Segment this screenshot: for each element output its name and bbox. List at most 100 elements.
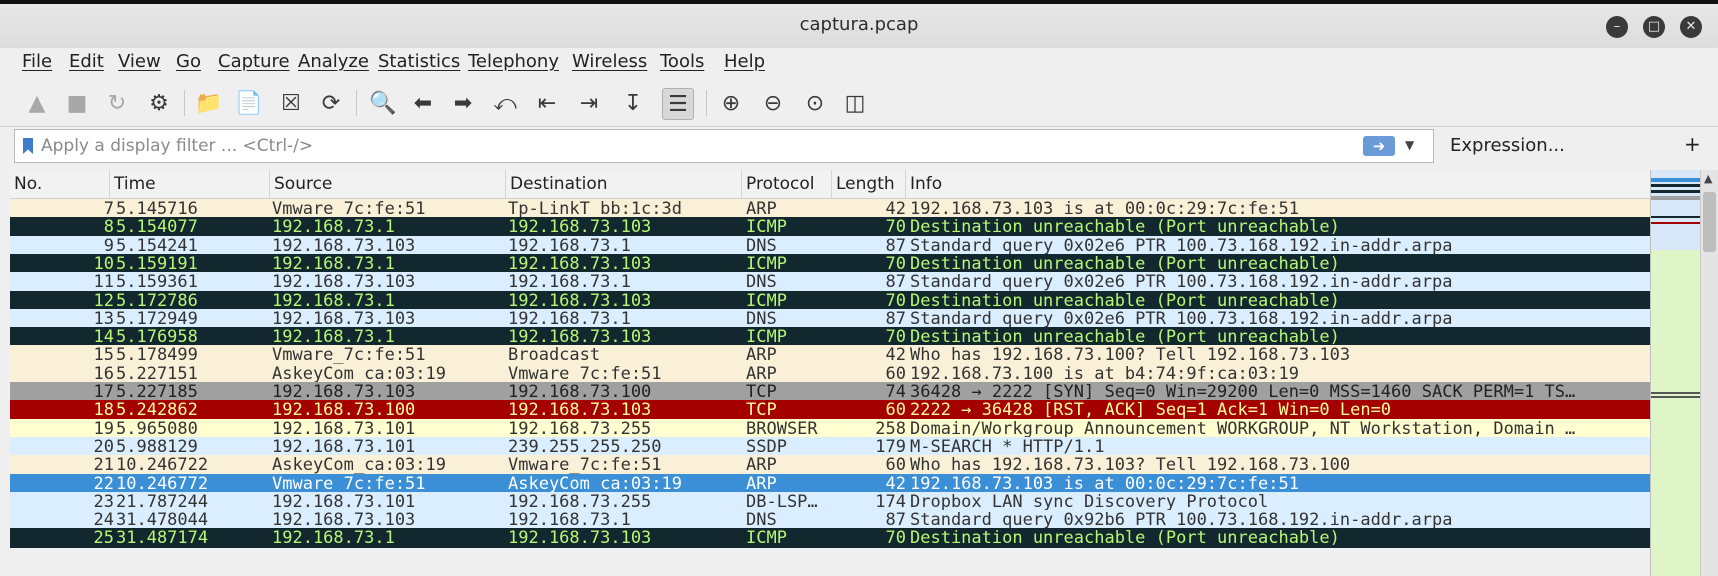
packet-time: 31.478044 (116, 510, 209, 531)
table-row[interactable]: 8 5.154077 192.168.73.1 192.168.73.103 ICMP 7… (10, 217, 1650, 238)
close-icon[interactable]: ✕ (1680, 16, 1702, 38)
go-to-packet-icon[interactable]: ⤺ (490, 88, 520, 118)
go-forward-icon[interactable]: ➡ (448, 88, 478, 118)
table-row[interactable]: 20 5.988129 192.168.73.101 239.255.255.250 S… (10, 436, 1650, 457)
packet-length: 70 (885, 327, 906, 348)
stop-capture-icon[interactable]: ■ (62, 88, 92, 118)
save-file-icon[interactable]: 📄 (234, 88, 264, 118)
resize-columns-icon[interactable]: ◫ (840, 88, 870, 118)
capture-options-icon[interactable]: ⚙ (144, 88, 174, 118)
menu-help[interactable]: Help (724, 51, 765, 72)
packet-source: 192.168.73.101 (272, 418, 416, 439)
packet-minimap[interactable] (1650, 170, 1701, 576)
auto-scroll-icon[interactable]: ↧ (618, 88, 648, 118)
packet-info: Standard query 0x02e6 PTR 100.73.168.192… (910, 235, 1453, 256)
packet-length: 70 (885, 528, 906, 549)
table-row[interactable]: 23 21.787244 192.168.73.101 192.168.73.255 D… (10, 491, 1650, 512)
table-row[interactable]: 7 5.145716 Vmware_7c:fe:51 Tp-LinkT_bb:1c:3… (10, 199, 1650, 219)
packet-info: Destination unreachable (Port unreachabl… (910, 290, 1340, 311)
column-protocol[interactable]: Protocol (742, 170, 832, 198)
packet-protocol: ARP (746, 473, 777, 494)
menu-analyze[interactable]: Analyze (298, 51, 369, 72)
menu-telephony[interactable]: Telephony (468, 51, 559, 72)
packet-destination: 192.168.73.1 (508, 235, 631, 256)
main-toolbar: ▲ ■ ↻ ⚙ 📁 📄 ☒ ⟳ 🔍 ⬅ ➡ ⤺ ⇤ ⇥ ↧ ☰ ⊕ ⊖ ⊙ ◫ (0, 80, 1718, 127)
chevron-down-icon[interactable]: ▼ (1405, 138, 1414, 152)
table-row[interactable]: 13 5.172949 192.168.73.103 192.168.73.1 DNS 8… (10, 308, 1650, 329)
packet-info: 2222 → 36428 [RST, ACK] Seq=1 Ack=1 Win=… (910, 400, 1392, 421)
menu-wireless[interactable]: Wireless (572, 51, 647, 72)
find-packet-icon[interactable]: 🔍 (368, 88, 398, 118)
packet-time: 5.176958 (116, 327, 198, 348)
menu-go[interactable]: Go (176, 51, 201, 72)
open-file-icon[interactable]: 📁 (194, 88, 224, 118)
packet-number: 24 (93, 510, 114, 531)
table-row[interactable]: 21 10.246722 AskeyCom_ca:03:19 Vmware_7c:fe… (10, 455, 1650, 476)
bookmark-icon[interactable] (23, 138, 33, 154)
packet-length: 87 (885, 510, 906, 531)
scroll-up-icon[interactable]: ▲ (1704, 172, 1712, 185)
packet-number: 25 (93, 528, 114, 549)
table-row-selected[interactable]: 22 10.246772 Vmware_7c:fe:51 AskeyCom_ca:03… (10, 473, 1650, 494)
column-time[interactable]: Time (110, 170, 270, 198)
menu-tools[interactable]: Tools (660, 51, 704, 72)
packet-length: 74 (885, 382, 906, 402)
table-row[interactable]: 16 5.227151 AskeyCom_ca:03:19 Vmware_7c:fe:… (10, 363, 1650, 384)
column-source[interactable]: Source (270, 170, 506, 198)
zoom-in-icon[interactable]: ⊕ (716, 88, 746, 118)
menu-statistics[interactable]: Statistics (378, 51, 460, 72)
last-packet-icon[interactable]: ⇥ (574, 88, 604, 118)
packet-source: 192.168.73.1 (272, 290, 395, 311)
packet-destination: Broadcast (508, 345, 601, 366)
column-length[interactable]: Length (832, 170, 906, 198)
title-bar[interactable]: captura.pcap – □ ✕ (0, 0, 1718, 48)
scroll-thumb[interactable] (1703, 192, 1716, 252)
zoom-out-icon[interactable]: ⊖ (758, 88, 788, 118)
packet-time: 5.178499 (116, 345, 198, 366)
table-row[interactable]: 15 5.178499 Vmware_7c:fe:51 Broadcast ARP 42 W… (10, 345, 1650, 366)
column-destination[interactable]: Destination (506, 170, 742, 198)
table-row[interactable]: 12 5.172786 192.168.73.1 192.168.73.103 ICMP… (10, 290, 1650, 311)
column-info[interactable]: Info (906, 170, 1650, 198)
vertical-scrollbar[interactable]: ▲ (1700, 170, 1718, 576)
packet-destination: Vmware_7c:fe:51 (508, 363, 662, 384)
restart-capture-icon[interactable]: ↻ (102, 88, 132, 118)
packet-number: 9 (103, 235, 114, 256)
table-row[interactable]: 14 5.176958 192.168.73.1 192.168.73.103 ICMP… (10, 327, 1650, 348)
packet-length: 174 (875, 491, 906, 512)
table-row[interactable]: 17 5.227185 192.168.73.103 192.168.73.100 TC… (10, 382, 1650, 402)
reload-file-icon[interactable]: ⟳ (316, 88, 346, 118)
table-row[interactable]: 25 31.487174 192.168.73.1 192.168.73.103 ICM… (10, 528, 1650, 549)
column-no[interactable]: No. (10, 170, 110, 198)
go-back-icon[interactable]: ⬅ (408, 88, 438, 118)
table-row[interactable]: 10 5.159191 192.168.73.1 192.168.73.103 ICMP… (10, 253, 1650, 274)
table-row[interactable]: 18 5.242862 192.168.73.100 192.168.73.103 TC… (10, 400, 1650, 421)
colorize-icon[interactable]: ☰ (662, 88, 694, 120)
packet-number: 16 (93, 363, 114, 384)
packet-info: M-SEARCH * HTTP/1.1 (910, 436, 1105, 457)
add-filter-button[interactable]: + (1684, 132, 1701, 156)
packet-destination: Tp-LinkT_bb:1c:3d (508, 199, 682, 219)
normal-size-icon[interactable]: ⊙ (800, 88, 830, 118)
apply-filter-icon[interactable]: ➜ (1363, 136, 1395, 156)
maximize-icon[interactable]: □ (1643, 16, 1665, 38)
table-row[interactable]: 9 5.154241 192.168.73.103 192.168.73.1 DNS 87… (10, 235, 1650, 256)
display-filter-input[interactable] (41, 133, 1341, 159)
table-row[interactable]: 24 31.478044 192.168.73.103 192.168.73.1 DNS… (10, 510, 1650, 531)
minimize-icon[interactable]: – (1606, 16, 1628, 38)
table-row[interactable]: 19 5.965080 192.168.73.101 192.168.73.255 BR… (10, 418, 1650, 439)
menu-view[interactable]: View (118, 51, 161, 72)
close-file-icon[interactable]: ☒ (276, 88, 306, 118)
packet-info: Standard query 0x02e6 PTR 100.73.168.192… (910, 308, 1453, 329)
packet-info: Who has 192.168.73.100? Tell 192.168.73.… (910, 345, 1351, 366)
packet-time: 5.227185 (116, 382, 198, 402)
first-packet-icon[interactable]: ⇤ (532, 88, 562, 118)
menu-file[interactable]: File (22, 51, 52, 72)
expression-button[interactable]: Expression... (1450, 135, 1565, 156)
menu-edit[interactable]: Edit (69, 51, 104, 72)
packet-length: 87 (885, 272, 906, 293)
start-capture-icon[interactable]: ▲ (22, 88, 52, 118)
menu-capture[interactable]: Capture (218, 51, 290, 72)
table-row[interactable]: 11 5.159361 192.168.73.103 192.168.73.1 DNS 8… (10, 272, 1650, 293)
packet-protocol: ICMP (746, 253, 787, 274)
